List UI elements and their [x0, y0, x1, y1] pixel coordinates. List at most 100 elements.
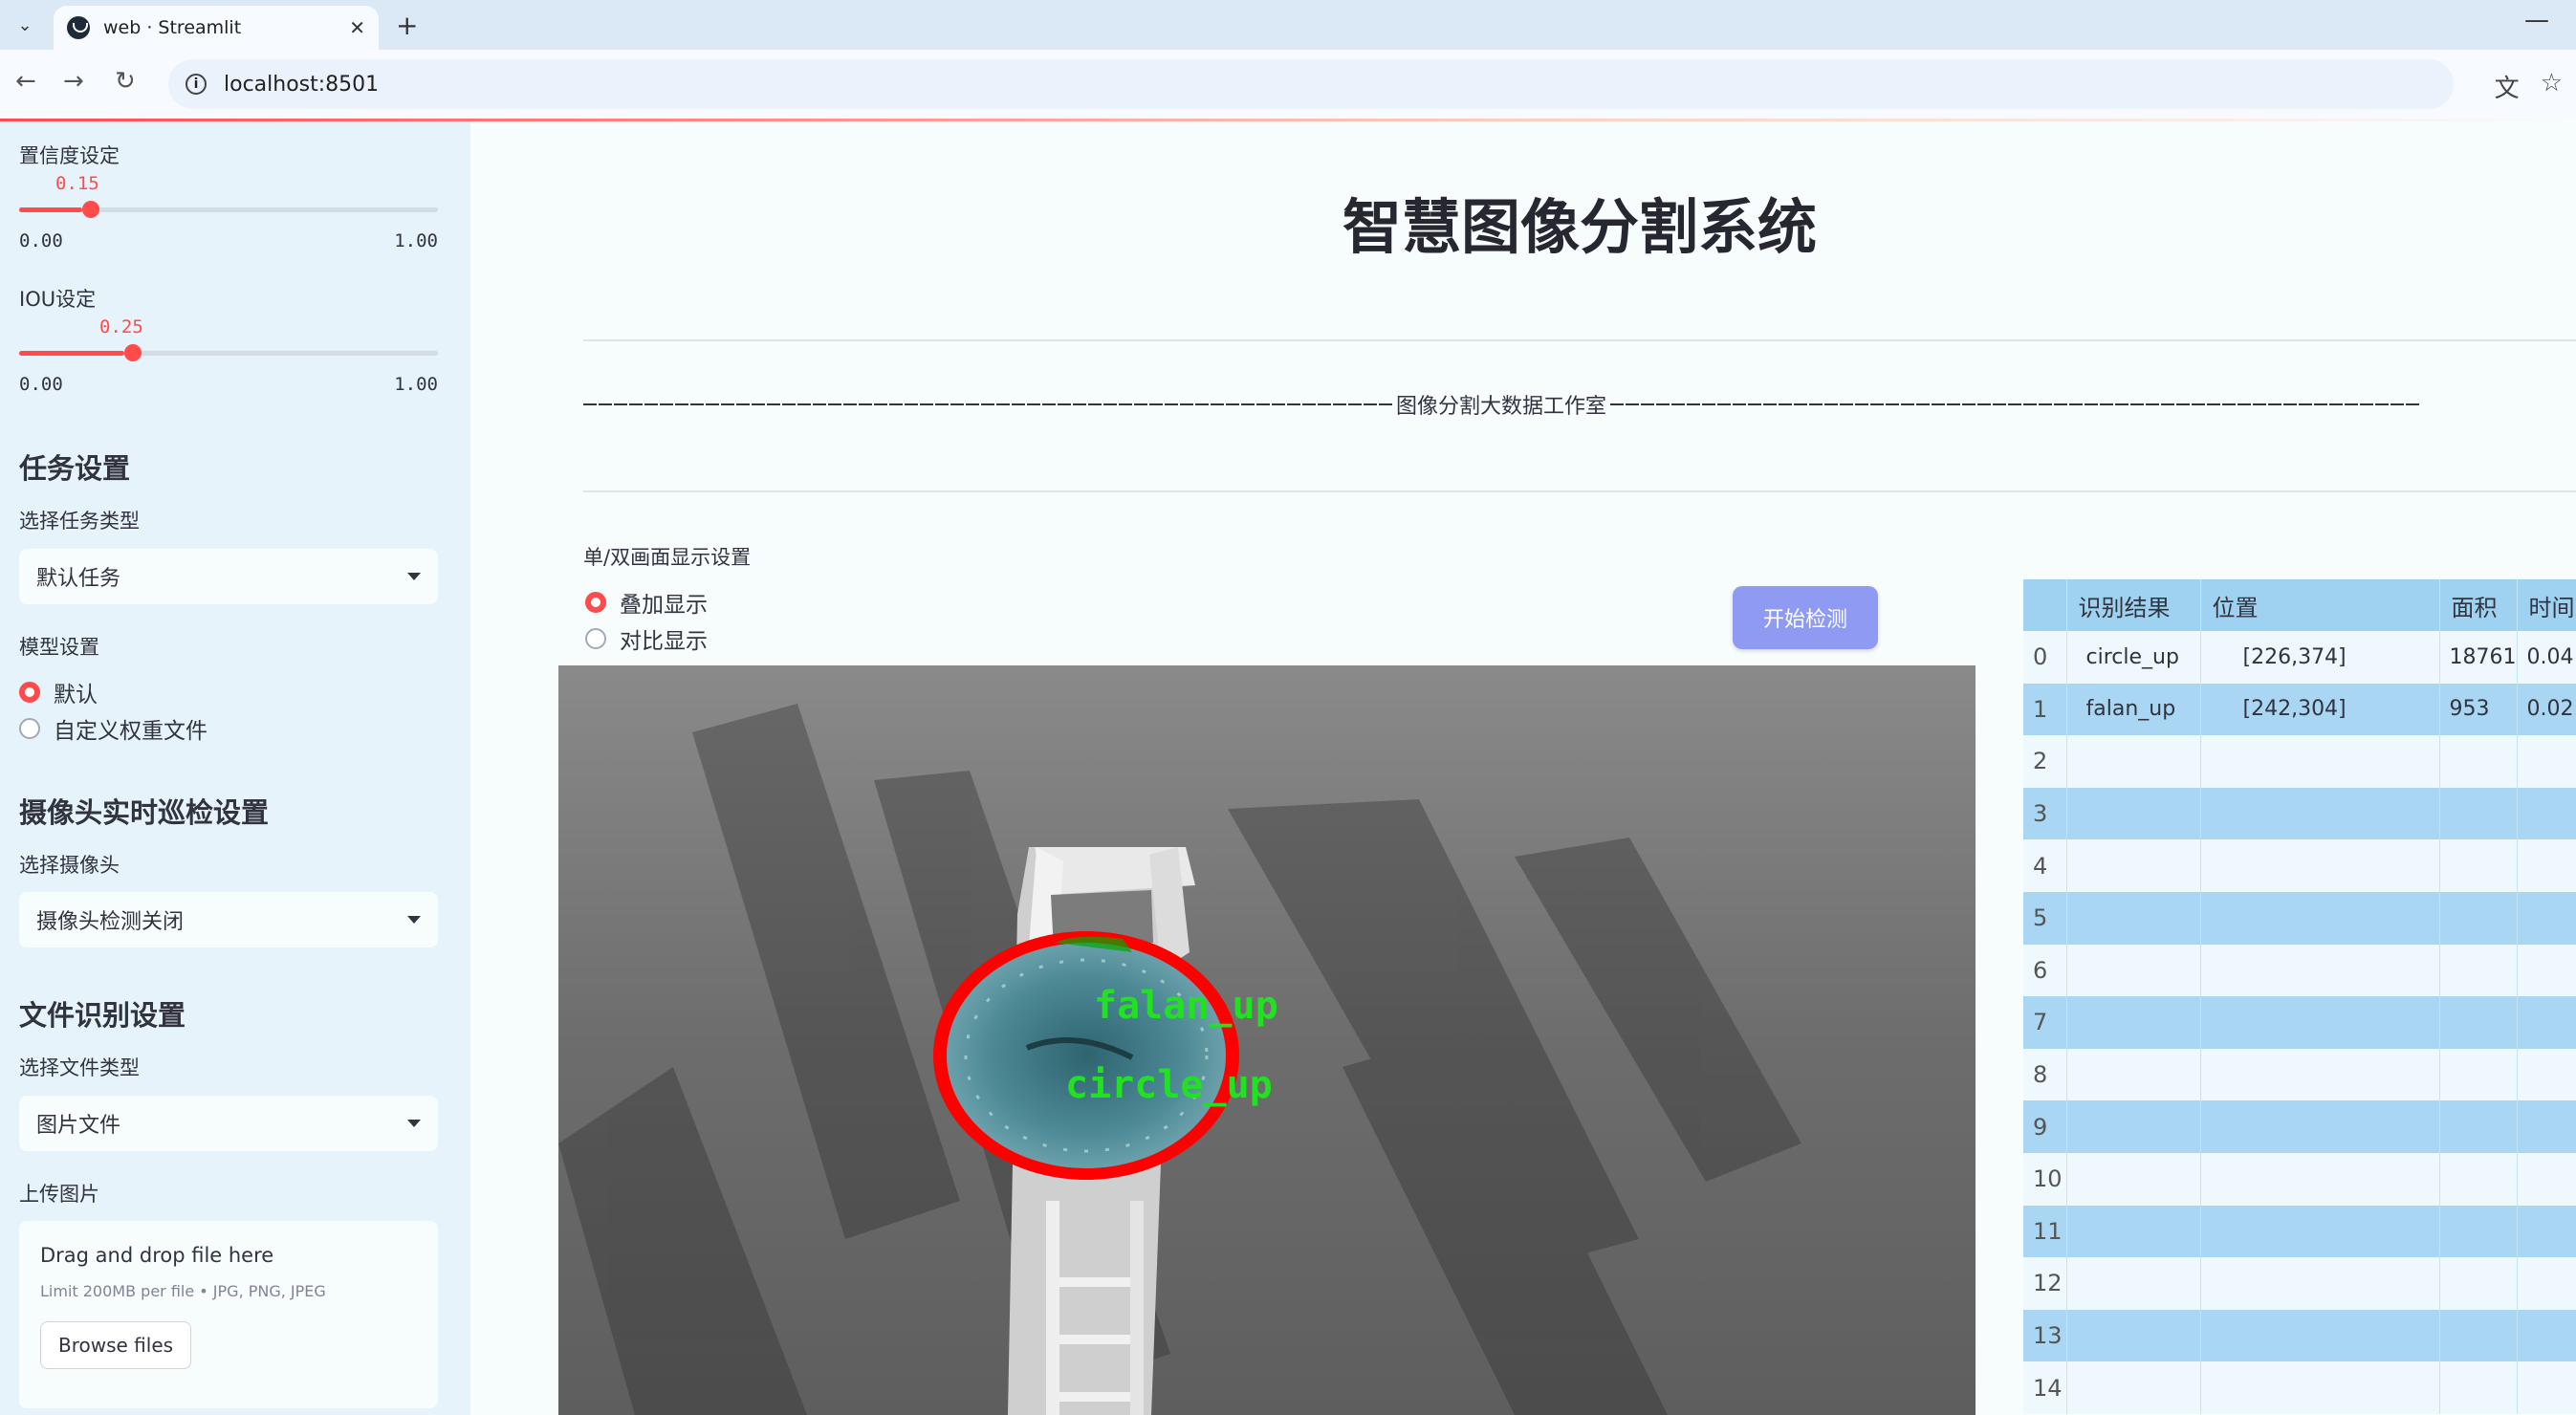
task-type-select[interactable]: 默认任务: [19, 549, 438, 604]
cell-area: [2439, 787, 2518, 840]
cell-time: [2517, 944, 2576, 997]
address-bar[interactable]: i localhost:8501: [168, 59, 2454, 109]
table-row[interactable]: 11: [2023, 1205, 2576, 1258]
cell-time: [2517, 996, 2576, 1049]
table-row[interactable]: 4: [2023, 839, 2576, 892]
row-index: 2: [2023, 735, 2067, 788]
cell-area: [2439, 1152, 2518, 1206]
table-row[interactable]: 8: [2023, 1048, 2576, 1101]
cell-time: [2517, 1100, 2576, 1153]
dash-line-left: [583, 403, 1392, 405]
table-row[interactable]: 3: [2023, 787, 2576, 840]
display-option-overlay[interactable]: 叠加显示: [585, 586, 708, 619]
column-header-area[interactable]: 面积: [2439, 579, 2518, 631]
row-index: 8: [2023, 1048, 2067, 1101]
display-option-compare[interactable]: 对比显示: [585, 622, 708, 655]
iou-slider-fill: [19, 351, 124, 356]
table-row[interactable]: 5: [2023, 891, 2576, 945]
cell-result: falan_up: [2066, 683, 2201, 736]
browse-files-button[interactable]: Browse files: [40, 1321, 192, 1369]
iou-slider[interactable]: [19, 344, 438, 361]
circle-up-label: circle_up: [1065, 1063, 1273, 1107]
cell-time: 0.02: [2517, 683, 2576, 736]
site-info-icon[interactable]: i: [186, 74, 207, 95]
camera-select-value: 摄像头检测关闭: [36, 910, 185, 934]
cell-result: [2066, 1309, 2201, 1362]
model-option-default[interactable]: 默认: [19, 676, 98, 708]
table-row[interactable]: 9: [2023, 1100, 2576, 1153]
iou-min: 0.00: [19, 374, 63, 395]
table-row[interactable]: 13: [2023, 1309, 2576, 1362]
radio-selected-icon: [19, 682, 40, 703]
reload-icon[interactable]: ↻: [115, 67, 136, 96]
cell-time: [2517, 787, 2576, 840]
cell-area: [2439, 1048, 2518, 1101]
cell-time: [2517, 1048, 2576, 1101]
tab-search-icon[interactable]: ⌄: [10, 10, 40, 40]
studio-name: 图像分割大数据工作室: [1396, 395, 1607, 419]
row-index: 7: [2023, 996, 2067, 1049]
minimize-window-icon[interactable]: —: [2524, 6, 2549, 34]
display-option-compare-label: 对比显示: [620, 629, 708, 654]
confidence-slider-thumb[interactable]: [82, 201, 99, 218]
table-row[interactable]: 0 circle_up [226,374] 18761 0.04: [2023, 631, 2576, 684]
iou-slider-thumb[interactable]: [124, 344, 142, 361]
back-icon[interactable]: ←: [15, 67, 36, 96]
cell-area: [2439, 839, 2518, 892]
table-row[interactable]: 2: [2023, 735, 2576, 788]
translate-icon[interactable]: 文: [2495, 69, 2520, 104]
start-detection-button[interactable]: 开始检测: [1733, 586, 1878, 649]
file-settings-heading: 文件识别设置: [19, 999, 186, 1032]
cell-position: [226,374]: [2200, 631, 2440, 684]
file-type-select[interactable]: 图片文件: [19, 1096, 438, 1151]
cell-area: [2439, 1361, 2518, 1414]
dash-line-right: [1610, 403, 2419, 405]
cell-position: [2200, 1257, 2440, 1310]
table-row[interactable]: 12: [2023, 1257, 2576, 1310]
table-row[interactable]: 7: [2023, 996, 2576, 1049]
bookmark-star-icon[interactable]: ☆: [2541, 69, 2563, 104]
row-index: 11: [2023, 1205, 2067, 1258]
flange-mask: [933, 931, 1239, 1180]
column-header-time[interactable]: 时间: [2517, 579, 2576, 631]
file-dropzone[interactable]: Drag and drop file here Limit 200MB per …: [19, 1221, 438, 1408]
chevron-down-icon: [407, 916, 421, 924]
cell-result: [2066, 787, 2201, 840]
new-tab-icon[interactable]: +: [396, 10, 418, 41]
radio-unselected-icon: [19, 718, 40, 739]
cell-result: [2066, 1257, 2201, 1310]
file-type-value: 图片文件: [36, 1114, 121, 1138]
column-header-position[interactable]: 位置: [2200, 579, 2440, 631]
table-row[interactable]: 6: [2023, 944, 2576, 997]
confidence-min: 0.00: [19, 230, 63, 251]
cell-position: [2200, 735, 2440, 788]
close-tab-icon[interactable]: ✕: [349, 16, 365, 39]
cell-position: [2200, 1309, 2440, 1362]
cell-result: [2066, 944, 2201, 997]
camera-select[interactable]: 摄像头检测关闭: [19, 892, 438, 947]
cell-position: [2200, 839, 2440, 892]
divider: [583, 339, 2576, 341]
row-index: 9: [2023, 1100, 2067, 1153]
cell-position: [2200, 787, 2440, 840]
forward-icon[interactable]: →: [63, 67, 84, 96]
column-header-index[interactable]: [2023, 579, 2067, 631]
dropzone-text: Drag and drop file here: [40, 1244, 274, 1267]
cell-area: [2439, 735, 2518, 788]
column-header-result[interactable]: 识别结果: [2066, 579, 2201, 631]
cell-time: [2517, 1205, 2576, 1258]
cell-area: 953: [2439, 683, 2518, 736]
streamlit-favicon-icon: [67, 16, 90, 39]
table-row[interactable]: 14: [2023, 1361, 2576, 1414]
cell-area: [2439, 1309, 2518, 1362]
browser-tab[interactable]: web · Streamlit ✕: [54, 6, 379, 50]
table-row[interactable]: 10: [2023, 1152, 2576, 1206]
cell-result: [2066, 996, 2201, 1049]
table-row[interactable]: 1 falan_up [242,304] 953 0.02: [2023, 683, 2576, 736]
cell-position: [2200, 1048, 2440, 1101]
confidence-slider[interactable]: [19, 201, 438, 218]
model-option-custom[interactable]: 自定义权重文件: [19, 712, 207, 745]
cell-area: 18761: [2439, 631, 2518, 684]
tab-title: web · Streamlit: [103, 17, 242, 38]
cell-position: [2200, 1205, 2440, 1258]
